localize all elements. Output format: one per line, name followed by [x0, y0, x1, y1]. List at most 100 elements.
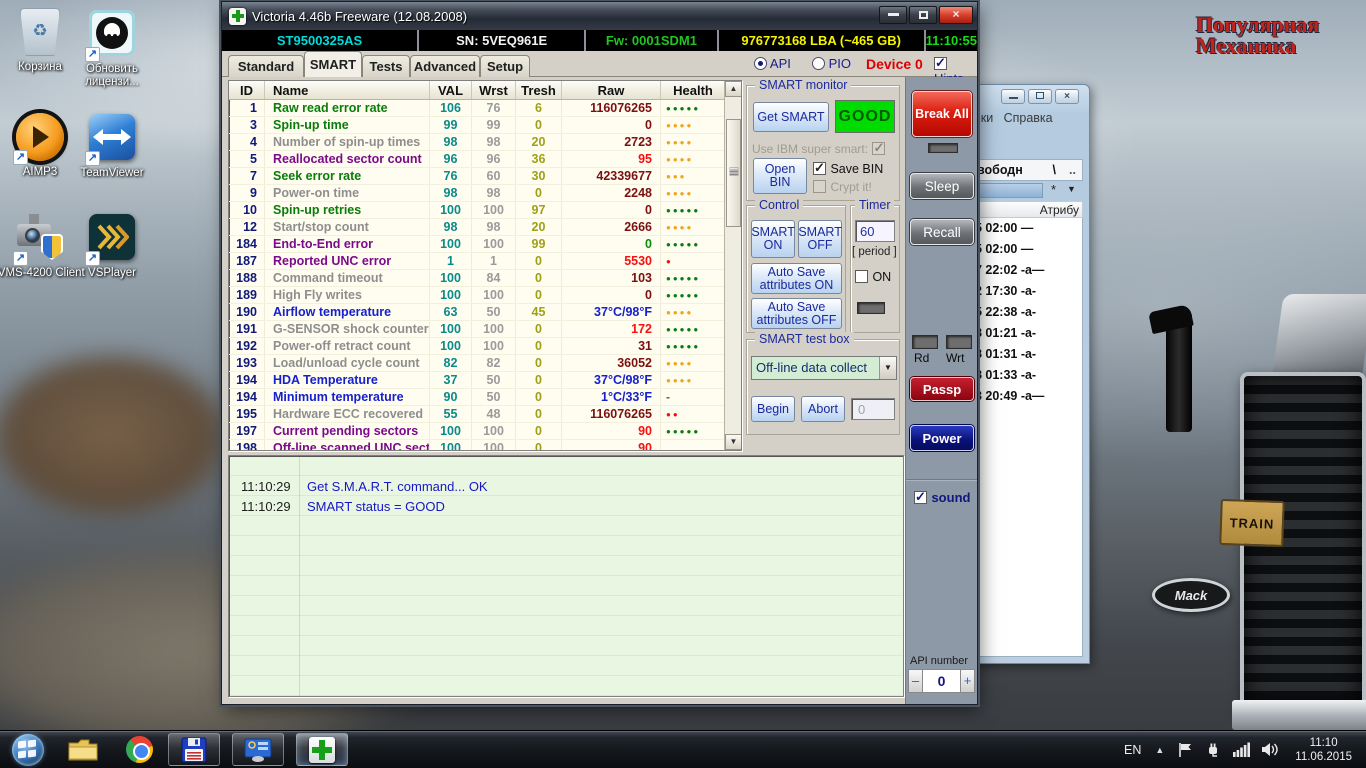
- table-row[interactable]: 9Power-on time989802248●●●●: [229, 185, 741, 202]
- power-button[interactable]: Power: [910, 425, 974, 451]
- column-header-attributes[interactable]: Атрибу: [965, 201, 1083, 218]
- minimize-button[interactable]: [1001, 89, 1025, 104]
- close-button[interactable]: ×: [939, 6, 973, 24]
- column-header[interactable]: Raw: [562, 81, 661, 99]
- taskbar-panel-app-button[interactable]: [232, 733, 284, 766]
- radio-api[interactable]: API: [754, 56, 791, 71]
- autosave-on-button[interactable]: Auto Save attributes ON: [751, 263, 842, 294]
- sleep-button[interactable]: Sleep: [910, 173, 974, 199]
- table-row[interactable]: 194HDA Temperature3750037°C/98°F●●●●: [229, 372, 741, 389]
- column-header[interactable]: Health: [661, 81, 726, 99]
- hidden-icons-arrow-icon[interactable]: ▲: [1155, 745, 1164, 755]
- tray-clock[interactable]: 11:10 11.06.2015: [1295, 736, 1352, 764]
- timer-period-input[interactable]: 60: [855, 220, 895, 242]
- table-row[interactable]: 198Off-line scanned UNC sectors100100090: [229, 440, 741, 451]
- open-bin-button[interactable]: Open BIN: [753, 158, 807, 194]
- table-row[interactable]: 4Number of spin-up times9898202723●●●●: [229, 134, 741, 151]
- menu-bar[interactable]: апки Справка: [967, 111, 1053, 125]
- table-row[interactable]: 197Current pending sectors100100090●●●●●: [229, 423, 741, 440]
- column-header[interactable]: ID: [229, 81, 265, 99]
- table-row[interactable]: 184End-to-End error100100990●●●●●: [229, 236, 741, 253]
- stepper-plus-button[interactable]: +: [960, 669, 975, 693]
- test-counter-field[interactable]: 0: [851, 398, 895, 420]
- tab-standard[interactable]: Standard: [228, 55, 304, 77]
- network-signal-icon[interactable]: [1233, 742, 1250, 757]
- tab-setup[interactable]: Setup: [480, 55, 530, 77]
- dropdown-arrow-icon[interactable]: ▼: [879, 357, 896, 379]
- table-row[interactable]: 10Spin-up retries100100970●●●●●: [229, 202, 741, 219]
- desktop-icon-vsplayer[interactable]: ↗ VSPlayer: [66, 212, 158, 280]
- file-row[interactable]: 07 22:02 -а—: [966, 260, 1082, 281]
- table-row[interactable]: 195Hardware ECC recovered55480116076265●…: [229, 406, 741, 423]
- minimize-button[interactable]: [879, 6, 907, 24]
- close-button[interactable]: ×: [1055, 89, 1079, 104]
- save-bin-checkbox[interactable]: Save BIN: [813, 160, 883, 178]
- timer-on-checkbox[interactable]: ON: [855, 268, 891, 286]
- ibm-smart-checkbox[interactable]: Use IBM super smart:: [752, 140, 885, 158]
- language-indicator[interactable]: EN: [1124, 743, 1141, 757]
- table-row[interactable]: 189High Fly writes10010000●●●●●: [229, 287, 741, 304]
- table-row[interactable]: 188Command timeout100840103●●●●●: [229, 270, 741, 287]
- file-row[interactable]: 08 01:21 -а-: [966, 323, 1082, 344]
- table-row[interactable]: 194Minimum temperature905001°C/33°F-: [229, 389, 741, 406]
- maximize-button[interactable]: [1028, 89, 1052, 104]
- taskbar-chrome-button[interactable]: [122, 733, 156, 767]
- title-bar[interactable]: Victoria 4.46b Freeware (12.08.2008) ×: [222, 2, 977, 30]
- dropdown-arrow-icon[interactable]: ▼: [1067, 184, 1076, 194]
- break-all-button[interactable]: Break All: [912, 91, 972, 137]
- action-center-flag-icon[interactable]: [1178, 742, 1193, 758]
- tab-smart[interactable]: SMART: [304, 51, 362, 77]
- table-scrollbar[interactable]: ▲ ▼: [724, 81, 741, 450]
- table-row[interactable]: 191G-SENSOR shock counter1001000172●●●●●: [229, 321, 741, 338]
- sound-checkbox[interactable]: sound: [914, 489, 970, 507]
- scrollbar-thumb[interactable]: [726, 119, 741, 227]
- volume-icon[interactable]: [1262, 742, 1279, 757]
- taskbar-floppy-app-button[interactable]: [168, 733, 220, 766]
- scroll-up-icon[interactable]: ▲: [725, 81, 742, 97]
- table-row[interactable]: 5Reallocated sector count96963695●●●●: [229, 151, 741, 168]
- tab-tests[interactable]: Tests: [362, 55, 410, 77]
- autosave-off-button[interactable]: Auto Save attributes OFF: [751, 298, 842, 329]
- file-row[interactable]: 13 20:49 -а—: [966, 386, 1082, 407]
- radio-pio[interactable]: PIO: [812, 56, 851, 71]
- desktop-icon-teamviewer[interactable]: ↗ TeamViewer: [66, 112, 158, 180]
- table-row[interactable]: 187Reported UNC error1105530●: [229, 253, 741, 270]
- table-row[interactable]: 192Power-off retract count100100031●●●●●: [229, 338, 741, 355]
- column-header[interactable]: VAL: [430, 81, 472, 99]
- table-row[interactable]: 190Airflow temperature63504537°C/98°F●●●…: [229, 304, 741, 321]
- table-row[interactable]: 7Seek error rate76603042339677●●●: [229, 168, 741, 185]
- file-row[interactable]: 15 02:00 —: [966, 239, 1082, 260]
- file-row[interactable]: 08 01:33 -а-: [966, 365, 1082, 386]
- file-row[interactable]: 02 17:30 -а-: [966, 281, 1082, 302]
- taskbar-explorer-button[interactable]: [66, 733, 100, 767]
- smart-on-button[interactable]: SMART ON: [751, 220, 795, 258]
- table-row[interactable]: 12Start/stop count9898202666●●●●: [229, 219, 741, 236]
- stepper-minus-button[interactable]: –: [908, 669, 923, 693]
- file-row[interactable]: 15 02:00 —: [966, 218, 1082, 239]
- column-header[interactable]: Tresh: [516, 81, 562, 99]
- start-button[interactable]: [12, 734, 44, 766]
- abort-button[interactable]: Abort: [801, 396, 845, 422]
- table-row[interactable]: 193Load/unload cycle count8282036052●●●●: [229, 355, 741, 372]
- crypt-checkbox[interactable]: Crypt it!: [813, 178, 872, 196]
- file-row[interactable]: 15 22:38 -а-: [966, 302, 1082, 323]
- test-select-dropdown[interactable]: Off-line data collect ▼: [751, 356, 897, 380]
- column-header[interactable]: Name: [265, 81, 430, 99]
- tab-advanced[interactable]: Advanced: [410, 55, 480, 77]
- up-dir-label[interactable]: ..: [1069, 163, 1076, 177]
- table-row[interactable]: 1Raw read error rate106766116076265●●●●●: [229, 100, 741, 117]
- recall-button[interactable]: Recall: [910, 219, 974, 245]
- file-row[interactable]: 08 01:31 -а-: [966, 344, 1082, 365]
- column-header[interactable]: Wrst: [472, 81, 516, 99]
- smart-table-header: IDNameVALWrstTreshRawHealth: [229, 81, 741, 100]
- power-plug-icon[interactable]: [1205, 742, 1221, 758]
- begin-button[interactable]: Begin: [751, 396, 795, 422]
- get-smart-button[interactable]: Get SMART: [753, 102, 829, 132]
- scroll-down-icon[interactable]: ▼: [725, 434, 742, 450]
- passp-button[interactable]: Passp: [910, 377, 974, 401]
- table-row[interactable]: 3Spin-up time999900●●●●: [229, 117, 741, 134]
- taskbar-victoria-button[interactable]: [296, 733, 348, 766]
- desktop-icon-update-license[interactable]: ↗ Обновить лицензи...: [66, 8, 158, 89]
- smart-off-button[interactable]: SMART OFF: [798, 220, 842, 258]
- maximize-button[interactable]: [909, 6, 937, 24]
